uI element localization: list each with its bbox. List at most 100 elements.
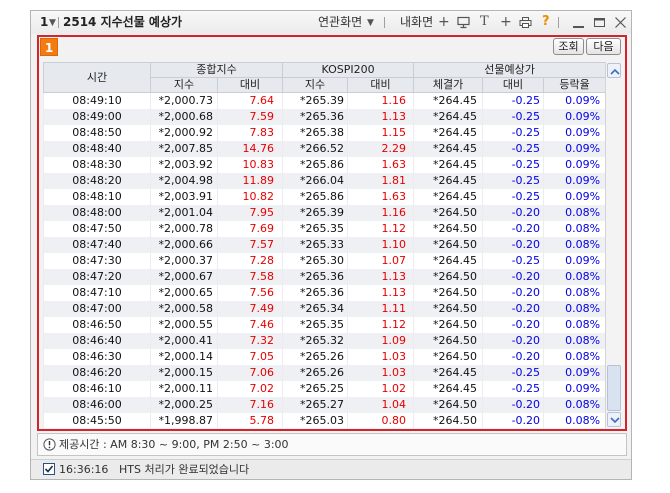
kospi200-index-cell: *265.86 [282, 189, 349, 205]
window-title: 2514 지수선물 예상가 [63, 15, 183, 29]
time-cell: 08:46:00 [43, 397, 151, 413]
futures-change-cell: -0.25 [482, 157, 545, 173]
related-screens-dropdown-icon[interactable]: ▼ [367, 16, 374, 31]
title-separator [58, 17, 59, 28]
table-row[interactable]: 08:49:10 *2,000.73 7.64 *265.39 1.16 *264.45-… [43, 92, 607, 109]
screen-number-dropdown-icon[interactable]: ▼ [49, 16, 56, 31]
header-composite-change[interactable]: 대비 [216, 77, 284, 93]
time-cell: 08:46:50 [43, 317, 151, 333]
composite-index-cell: *2,000.92 [150, 125, 218, 141]
composite-change-cell: 10.82 [216, 189, 284, 205]
table-row[interactable]: 08:47:50 *2,000.78 7.69 *265.35 1.12 *264.50-… [43, 221, 607, 237]
status-message: HTS 처리가 완료되었습니다 [119, 463, 250, 476]
futures-price-cell: *264.45 [413, 381, 484, 397]
minimize-icon[interactable] [572, 16, 585, 29]
query-button[interactable]: 조회 [553, 38, 584, 55]
futures-price-cell: *264.50 [413, 333, 484, 349]
table-row[interactable]: 08:46:50 *2,000.55 7.46 *265.35 1.12 *264.50-… [43, 317, 607, 333]
header-futures-change[interactable]: 대비 [482, 77, 545, 93]
header-kospi200-index[interactable]: 지수 [282, 77, 349, 93]
table-row[interactable]: 08:47:20 *2,000.67 7.58 *265.36 1.13 *264.50-… [43, 269, 607, 285]
maximize-icon[interactable] [593, 16, 606, 29]
header-kospi200-change[interactable]: 대비 [347, 77, 415, 93]
table-row[interactable]: 08:48:00 *2,001.04 7.95 *265.39 1.16 *264.50-… [43, 205, 607, 221]
kospi200-index-cell: *265.35 [282, 221, 349, 237]
help-icon[interactable]: ? [542, 14, 550, 30]
title-separator [558, 17, 559, 28]
kospi200-index-cell: *265.86 [282, 157, 349, 173]
kospi200-change-cell: 1.63 [347, 157, 415, 173]
kospi200-change-cell: 1.03 [347, 349, 415, 365]
plus-icon[interactable]: + [500, 14, 512, 30]
futures-change-cell: -0.20 [482, 221, 545, 237]
chevron-down-icon [610, 417, 620, 424]
kospi200-change-cell: 1.12 [347, 221, 415, 237]
time-cell: 08:45:50 [43, 413, 151, 428]
table-row[interactable]: 08:48:50 *2,000.92 7.83 *265.38 1.15 *264.45-… [43, 125, 607, 141]
composite-change-cell: 11.89 [216, 173, 284, 189]
status-bar: 16:36:16 HTS 처리가 완료되었습니다 [31, 459, 631, 479]
table-row[interactable]: 08:48:40 *2,007.85 14.76 *266.52 2.29 *264.45… [43, 141, 607, 157]
table-row[interactable]: 08:45:50 *1,998.87 5.78 *265.03 0.80 *264.50-… [43, 413, 607, 428]
composite-change-cell: 7.59 [216, 109, 284, 125]
kospi200-change-cell: 1.16 [347, 205, 415, 221]
table-row[interactable]: 08:47:40 *2,000.66 7.57 *265.33 1.10 *264.50-… [43, 237, 607, 253]
kospi200-index-cell: *265.38 [282, 125, 349, 141]
close-icon[interactable] [614, 16, 627, 29]
composite-change-cell: 7.95 [216, 205, 284, 221]
table-body: 08:49:10 *2,000.73 7.64 *265.39 1.16 *264.45-… [43, 92, 607, 428]
futures-change-cell: -0.25 [482, 173, 545, 189]
status-time: 16:36:16 [59, 463, 109, 476]
scroll-down-button[interactable] [607, 412, 621, 427]
monitor-icon[interactable] [457, 16, 470, 29]
table-row[interactable]: 08:47:00 *2,000.58 7.49 *265.34 1.11 *264.50-… [43, 301, 607, 317]
add-icon[interactable]: + [438, 14, 450, 30]
header-composite-index[interactable]: 지수 [150, 77, 218, 93]
futures-change-cell: -0.20 [482, 237, 545, 253]
table-row[interactable]: 08:48:10 *2,003.91 10.82 *265.86 1.63 *264.45… [43, 189, 607, 205]
time-cell: 08:46:40 [43, 333, 151, 349]
table-row[interactable]: 08:46:00 *2,000.25 7.16 *265.27 1.04 *264.50-… [43, 397, 607, 413]
kospi200-index-cell: *265.26 [282, 365, 349, 381]
kospi200-index-cell: *265.26 [282, 349, 349, 365]
table-row[interactable]: 08:47:30 *2,000.37 7.28 *265.30 1.07 *264.45-… [43, 253, 607, 269]
futures-change-cell: -0.20 [482, 413, 545, 428]
composite-index-cell: *2,004.98 [150, 173, 218, 189]
header-time[interactable]: 시간 [43, 62, 151, 93]
table-row[interactable]: 08:48:30 *2,003.92 10.83 *265.86 1.63 *264.45… [43, 157, 607, 173]
kospi200-index-cell: *265.33 [282, 237, 349, 253]
table-row[interactable]: 08:47:10 *2,000.65 7.56 *265.36 1.13 *264.50-… [43, 285, 607, 301]
table-row[interactable]: 08:48:20 *2,004.98 11.89 *266.04 1.81 *264.45… [43, 173, 607, 189]
futures-change-cell: -0.20 [482, 205, 545, 221]
kospi200-change-cell: 1.13 [347, 285, 415, 301]
table-row[interactable]: 08:46:20 *2,000.15 7.06 *265.26 1.03 *264.45-… [43, 365, 607, 381]
futures-rate-cell: 0.08% [543, 397, 607, 413]
text-icon[interactable]: T [480, 14, 489, 30]
next-button[interactable]: 다음 [586, 38, 621, 55]
composite-change-cell: 7.64 [216, 92, 284, 109]
composite-index-cell: *2,001.04 [150, 205, 218, 221]
info-icon [43, 438, 56, 454]
futures-rate-cell: 0.09% [543, 173, 607, 189]
futures-change-cell: -0.25 [482, 189, 545, 205]
header-futures-price[interactable]: 체결가 [413, 77, 484, 93]
time-cell: 08:48:30 [43, 157, 151, 173]
futures-rate-cell: 0.09% [543, 125, 607, 141]
related-screens-menu[interactable]: 연관화면 [318, 15, 362, 30]
table-row[interactable]: 08:46:10 *2,000.11 7.02 *265.25 1.02 *264.45-… [43, 381, 607, 397]
table-row[interactable]: 08:46:40 *2,000.41 7.32 *265.32 1.09 *264.50-… [43, 333, 607, 349]
header-futures-rate[interactable]: 등락율 [543, 77, 607, 93]
scroll-up-button[interactable] [607, 63, 621, 78]
my-screen-menu[interactable]: 내화면 [400, 15, 433, 30]
table-row[interactable]: 08:49:00 *2,000.68 7.59 *265.36 1.13 *264.45-… [43, 109, 607, 125]
vertical-scrollbar[interactable] [605, 62, 622, 428]
time-cell: 08:47:20 [43, 269, 151, 285]
composite-index-cell: *2,003.91 [150, 189, 218, 205]
futures-rate-cell: 0.08% [543, 269, 607, 285]
futures-change-cell: -0.25 [482, 365, 545, 381]
scroll-thumb[interactable] [607, 365, 621, 411]
futures-change-cell: -0.20 [482, 349, 545, 365]
screen-number-selector[interactable]: 1 [40, 15, 48, 30]
table-row[interactable]: 08:46:30 *2,000.14 7.05 *265.26 1.03 *264.50-… [43, 349, 607, 365]
printer-icon[interactable] [519, 16, 532, 29]
